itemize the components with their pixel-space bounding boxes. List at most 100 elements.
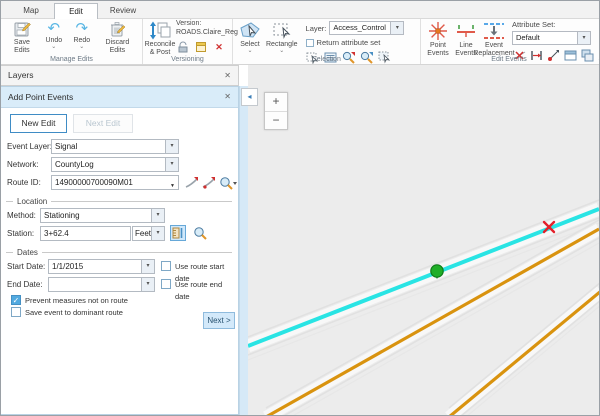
layer-dropdown-arrow[interactable]: ▾ bbox=[391, 21, 404, 35]
layer-dropdown[interactable]: Access_Control ▾ bbox=[329, 21, 404, 35]
tab-review[interactable]: Review bbox=[101, 3, 145, 19]
event-replacement-icon bbox=[482, 21, 506, 41]
station-label: Station: bbox=[7, 226, 34, 241]
tab-map[interactable]: Map bbox=[11, 3, 51, 19]
method-value[interactable]: Stationing bbox=[40, 208, 152, 223]
start-date-dropdown-arrow[interactable]: ▾ bbox=[141, 259, 155, 274]
attribute-set-value: Default bbox=[512, 31, 578, 45]
return-attribute-set-label: Return attribute set bbox=[317, 38, 381, 47]
reconcile-icon bbox=[149, 21, 171, 40]
collapse-panel-button[interactable]: ◂ bbox=[241, 88, 258, 106]
station-unit-dropdown-arrow[interactable]: ▾ bbox=[151, 226, 165, 241]
event-layer-value[interactable]: Signal bbox=[51, 139, 166, 154]
redo-button[interactable]: ↷ Redo ⌄ bbox=[68, 20, 96, 51]
new-edit-button[interactable]: New Edit bbox=[10, 114, 67, 133]
attribute-set-dropdown-arrow[interactable]: ▾ bbox=[578, 31, 591, 45]
undo-icon: ↶ bbox=[48, 21, 61, 36]
delete-version-icon[interactable]: ✕ bbox=[212, 40, 226, 54]
unlock-version-icon[interactable] bbox=[176, 40, 190, 54]
event-layer-label: Event Layer: bbox=[7, 139, 52, 154]
point-events-button[interactable]: Point Events bbox=[424, 20, 452, 59]
layers-pane-title: Layers bbox=[8, 70, 34, 80]
attribute-set-dropdown[interactable]: Default ▾ bbox=[512, 31, 600, 45]
station-unit-value[interactable]: Feet bbox=[132, 226, 152, 241]
network-label: Network: bbox=[7, 157, 39, 172]
start-date-label: Start Date: bbox=[7, 259, 45, 274]
group-selection: Select ⌄ Rectangle ⌄ Layer: Access_Contr… bbox=[233, 19, 421, 64]
end-date-value[interactable] bbox=[48, 277, 142, 292]
attribute-set-caption: Attribute Set: bbox=[512, 20, 600, 29]
group-manage-edits: Save Edits ↶ Undo ⌄ ↷ Redo ⌄ Discard Edi… bbox=[1, 19, 143, 64]
method-dropdown-arrow[interactable]: ▾ bbox=[151, 208, 165, 223]
panel-header[interactable]: Add Point Events ✕ bbox=[1, 87, 238, 108]
undo-button[interactable]: ↶ Undo ⌄ bbox=[40, 20, 68, 51]
next-edit-button[interactable]: Next Edit bbox=[73, 114, 133, 133]
next-button[interactable]: Next > bbox=[203, 312, 235, 329]
panel-splitter[interactable] bbox=[239, 86, 248, 415]
line-events-icon bbox=[455, 21, 477, 41]
layers-pane-close-icon[interactable]: ✕ bbox=[224, 66, 231, 85]
group-label-versioning: Versioning bbox=[143, 55, 232, 64]
tab-edit[interactable]: Edit bbox=[54, 3, 98, 19]
map-canvas bbox=[248, 65, 599, 415]
version-name: ROADS.Claire_Reg bbox=[176, 29, 238, 38]
panel-title: Add Point Events bbox=[8, 92, 73, 102]
collapse-left-icon: ◂ bbox=[247, 92, 251, 101]
rectangle-select-button[interactable]: Rectangle ⌄ bbox=[264, 20, 300, 55]
select-tool-icon bbox=[239, 21, 261, 40]
event-replacement-button[interactable]: Event Replacement bbox=[480, 20, 508, 59]
add-point-events-panel: Add Point Events ✕ New Edit Next Edit Ev… bbox=[1, 86, 239, 415]
select-route-from-selection-icon[interactable] bbox=[201, 175, 217, 191]
end-date-dropdown-arrow[interactable]: ▾ bbox=[141, 277, 155, 292]
use-route-end-date-checkbox[interactable] bbox=[161, 279, 171, 289]
rectangle-dropdown-caret[interactable]: ⌄ bbox=[279, 49, 284, 54]
app-window: Map Edit Review Save Edits ↶ Undo ⌄ ↷ Re… bbox=[0, 0, 600, 416]
event-layer-dropdown-arrow[interactable]: ▾ bbox=[165, 139, 179, 154]
route-id-label: Route ID: bbox=[7, 175, 41, 190]
zoom-in-button[interactable]: + bbox=[265, 93, 287, 111]
select-button[interactable]: Select ⌄ bbox=[236, 20, 264, 55]
save-icon bbox=[13, 21, 31, 38]
redo-dropdown-caret[interactable]: ⌄ bbox=[79, 45, 84, 50]
zoom-to-station-icon[interactable] bbox=[192, 225, 208, 241]
location-section-label: Location bbox=[17, 197, 47, 206]
version-caption: Version: bbox=[176, 20, 238, 29]
save-dominant-route-checkbox[interactable] bbox=[11, 307, 21, 317]
prevent-measures-checkbox[interactable]: ✓ bbox=[11, 295, 21, 305]
trash-icon bbox=[109, 21, 125, 38]
station-input[interactable]: 3+62.4 bbox=[40, 226, 131, 241]
zoom-to-route-icon[interactable] bbox=[218, 175, 238, 191]
discard-edits-button[interactable]: Discard Edits bbox=[96, 20, 139, 56]
group-versioning: Reconcile & Post Version: ROADS.Claire_R… bbox=[143, 19, 233, 64]
group-label-selection: Selection bbox=[233, 55, 420, 64]
network-dropdown-arrow[interactable]: ▾ bbox=[165, 157, 179, 172]
route-id-combo-arrow[interactable]: ▼ bbox=[170, 180, 175, 190]
return-attribute-set-checkbox[interactable] bbox=[306, 39, 314, 47]
start-date-value[interactable]: 1/1/2015 bbox=[48, 259, 142, 274]
map-view[interactable]: + − bbox=[248, 65, 599, 415]
ribbon: Save Edits ↶ Undo ⌄ ↷ Redo ⌄ Discard Edi… bbox=[1, 19, 599, 65]
route-id-value: 14900000700090M01 bbox=[55, 178, 133, 187]
save-version-icon[interactable] bbox=[194, 40, 208, 54]
layers-pane-header[interactable]: Layers ✕ bbox=[1, 65, 239, 86]
network-value[interactable]: CountyLog bbox=[51, 157, 166, 172]
save-dominant-route-label: Save event to dominant route bbox=[25, 307, 123, 319]
ribbon-tab-bar: Map Edit Review bbox=[1, 1, 599, 19]
layer-dropdown-value: Access_Control bbox=[329, 21, 391, 35]
map-texture bbox=[248, 200, 599, 415]
dates-section-label: Dates bbox=[17, 248, 38, 257]
rectangle-select-icon bbox=[272, 21, 292, 40]
redo-icon: ↷ bbox=[76, 21, 89, 36]
end-date-label: End Date: bbox=[7, 277, 43, 292]
zoom-out-button[interactable]: − bbox=[265, 111, 287, 129]
route-id-combo[interactable]: 14900000700090M01 ▼ bbox=[51, 175, 179, 190]
save-edits-button[interactable]: Save Edits bbox=[4, 20, 40, 56]
panel-close-icon[interactable]: ✕ bbox=[224, 87, 231, 106]
undo-dropdown-caret[interactable]: ⌄ bbox=[51, 45, 56, 50]
pick-station-from-map-tool[interactable] bbox=[170, 225, 186, 241]
method-label: Method: bbox=[7, 208, 36, 223]
select-dropdown-caret[interactable]: ⌄ bbox=[247, 49, 252, 54]
select-route-on-map-icon[interactable] bbox=[184, 175, 200, 191]
use-route-start-date-checkbox[interactable] bbox=[161, 261, 171, 271]
reconcile-post-button[interactable]: Reconcile & Post bbox=[146, 20, 174, 58]
